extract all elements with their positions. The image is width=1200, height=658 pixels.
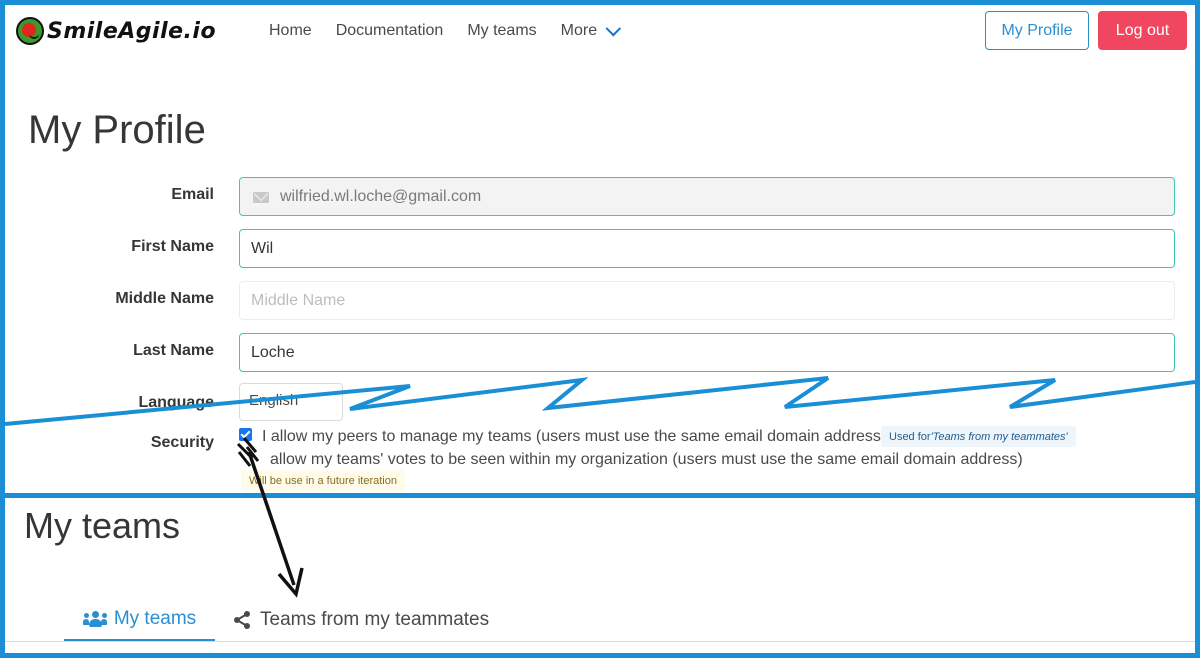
tab-my-teams-label: My teams bbox=[113, 607, 197, 629]
first-name-field[interactable]: Wil bbox=[239, 229, 1175, 268]
envelope-icon bbox=[253, 192, 269, 203]
email-value: wilfried.wl.loche@gmail.com bbox=[280, 187, 482, 205]
nav-more-label: More bbox=[560, 22, 598, 39]
tab-teams-from-teammates-label: Teams from my teammates bbox=[260, 608, 490, 630]
smiley-logo-icon bbox=[16, 17, 44, 45]
allow-peers-text: I allow my peers to manage my teams (use… bbox=[262, 428, 887, 445]
tab-teams-from-teammates[interactable]: Teams from my teammates bbox=[233, 598, 489, 641]
logo-text: SmileAgile.io bbox=[47, 18, 217, 44]
nav-documentation[interactable]: Documentation bbox=[336, 22, 444, 40]
chevron-down-icon bbox=[605, 20, 622, 36]
future-iteration-tag: Will be use in a future iteration bbox=[241, 470, 405, 491]
navbar: SmileAgile.io Home Documentation My team… bbox=[0, 0, 1200, 64]
middle-name-label: Middle Name bbox=[115, 290, 214, 307]
security-label: Security bbox=[150, 434, 214, 451]
allow-peers-checkbox[interactable] bbox=[239, 428, 252, 441]
logo[interactable]: SmileAgile.io bbox=[16, 17, 216, 45]
users-icon bbox=[82, 610, 107, 627]
tag-name: 'Teams from my teammates' bbox=[930, 430, 1068, 443]
my-teams-heading: My teams bbox=[24, 505, 181, 546]
share-icon bbox=[234, 610, 250, 629]
first-name-label: First Name bbox=[131, 238, 214, 255]
email-label: Email bbox=[171, 186, 214, 203]
last-name-label: Last Name bbox=[133, 342, 214, 359]
nav-my-teams[interactable]: My teams bbox=[467, 22, 536, 40]
teams-from-teammates-tag: Used for 'Teams from my teammates' bbox=[881, 426, 1076, 447]
nav-more[interactable]: More bbox=[560, 20, 622, 40]
middle-name-field[interactable]: Middle Name bbox=[239, 281, 1175, 320]
language-select-value: English bbox=[249, 392, 299, 409]
page-title: My Profile bbox=[28, 108, 206, 152]
my-profile-button[interactable]: My Profile bbox=[985, 11, 1089, 50]
tag-prefix: Used for bbox=[889, 430, 931, 443]
allow-votes-text: allow my teams' votes to be seen within … bbox=[270, 451, 1023, 468]
main-menu: Home Documentation My teams More bbox=[269, 20, 640, 40]
tab-my-teams[interactable]: My teams bbox=[64, 598, 215, 641]
email-field: wilfried.wl.loche@gmail.com bbox=[239, 177, 1175, 216]
logout-button[interactable]: Log out bbox=[1098, 11, 1187, 50]
nav-home[interactable]: Home bbox=[269, 22, 312, 40]
last-name-field[interactable]: Loche bbox=[239, 333, 1175, 372]
language-label: Language bbox=[138, 394, 214, 411]
